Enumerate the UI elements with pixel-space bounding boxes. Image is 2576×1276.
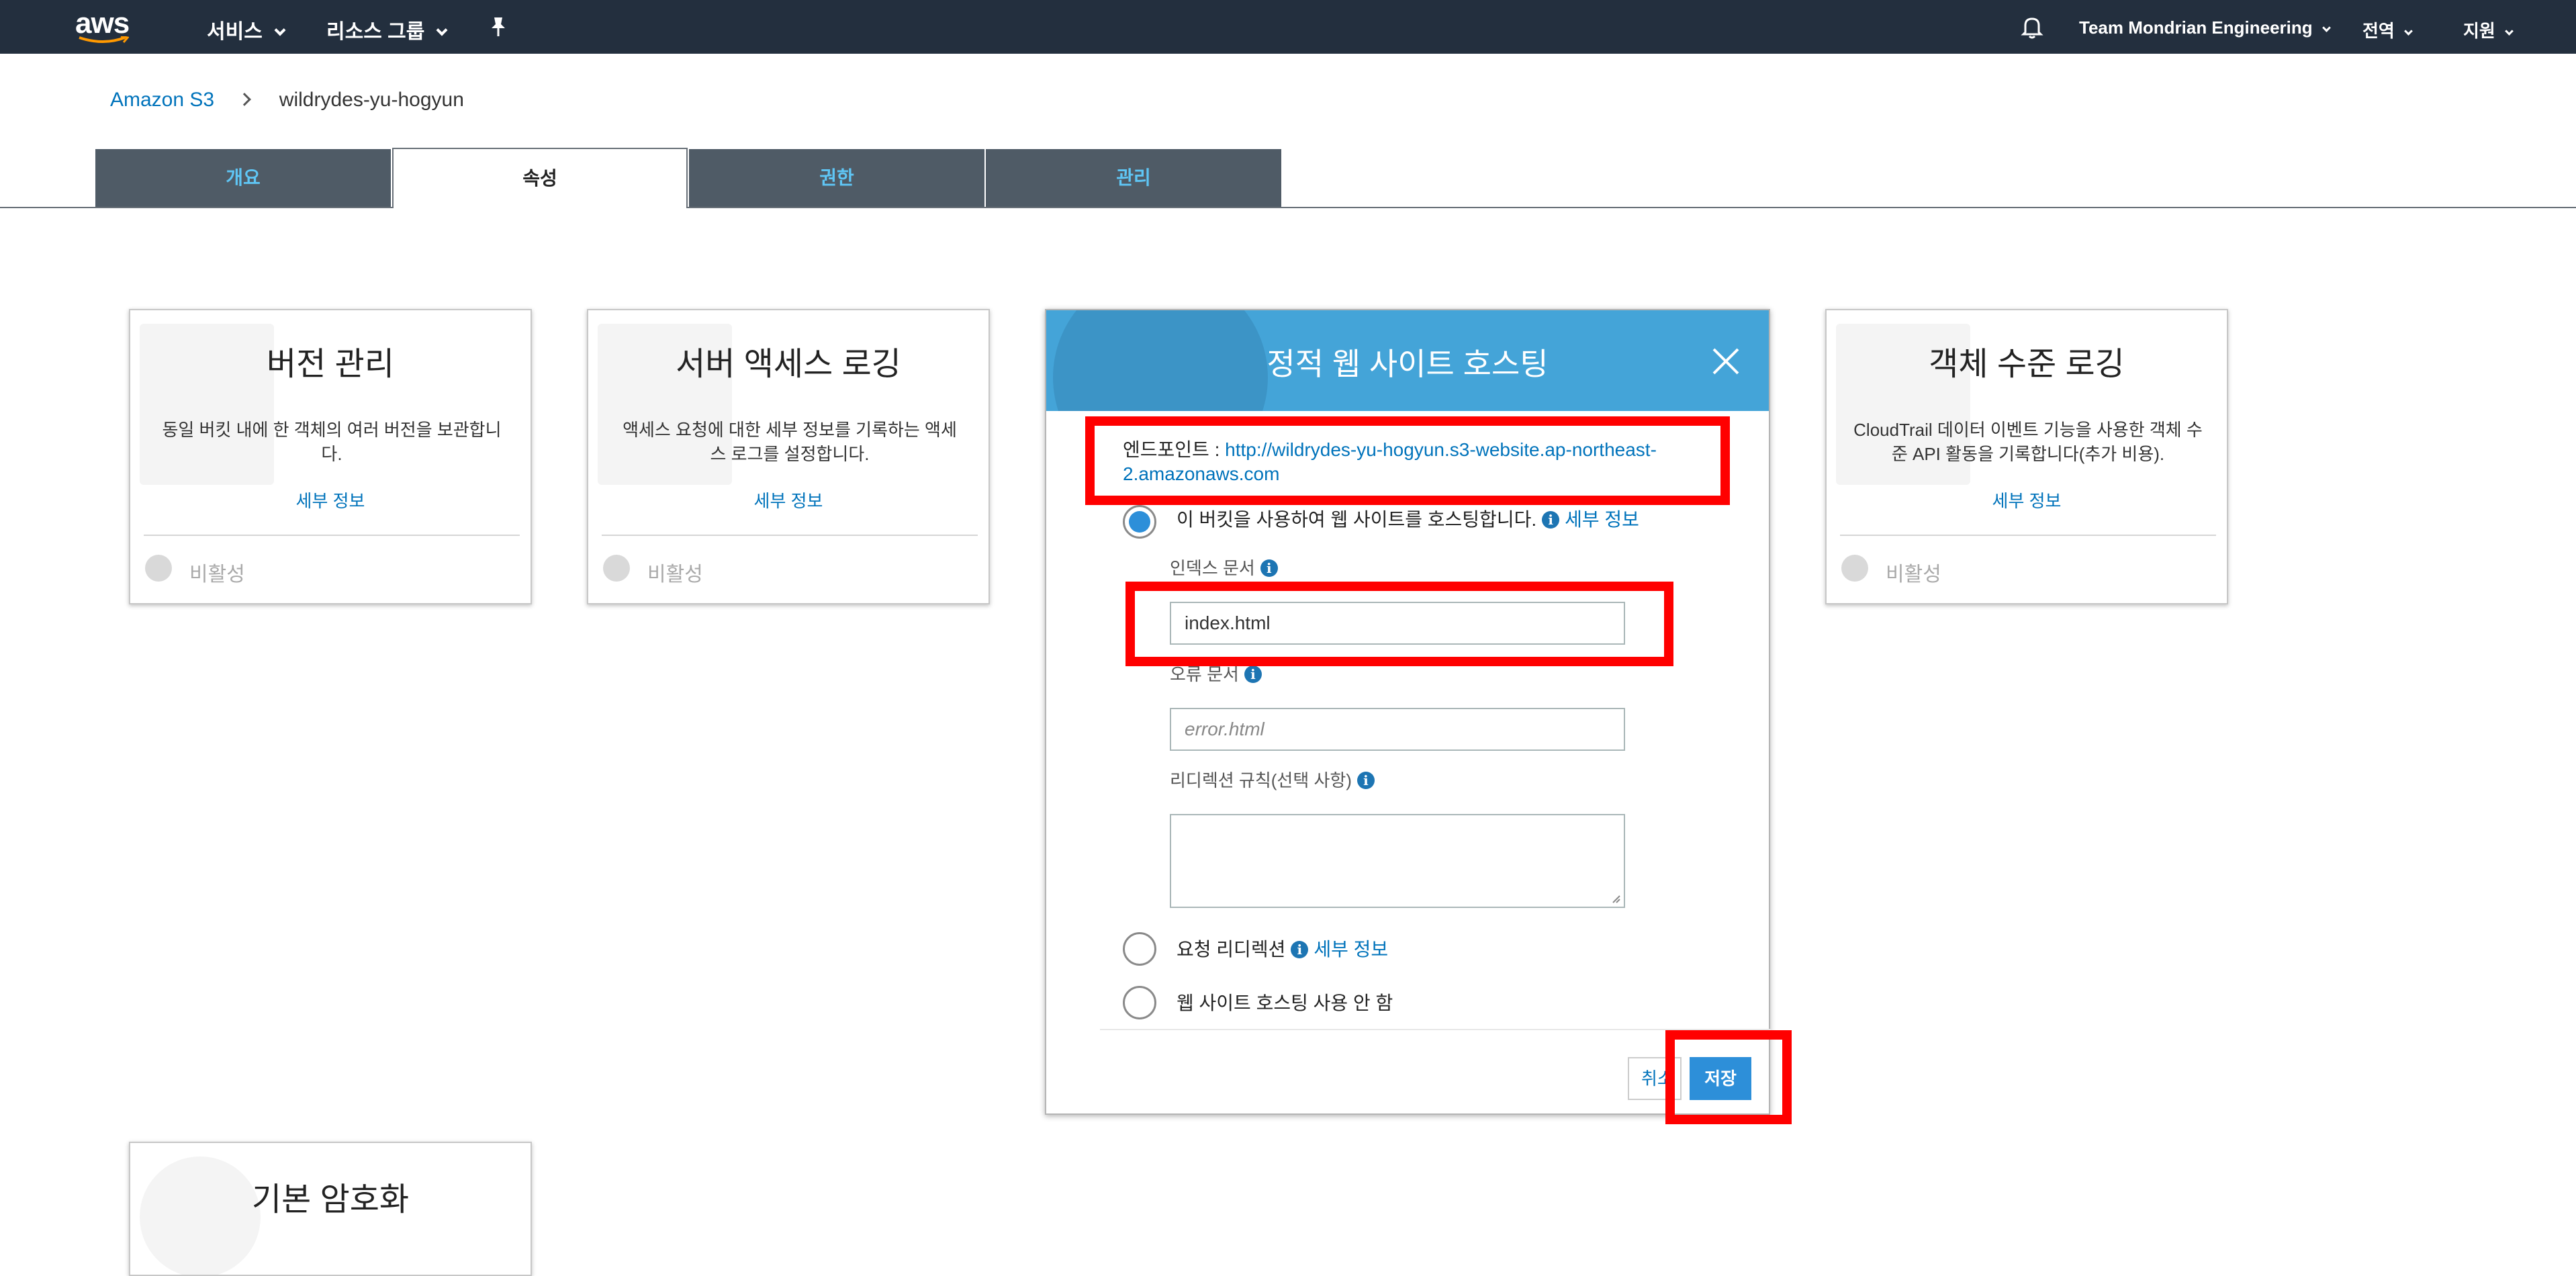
card-description: 액세스 요청에 대한 세부 정보를 기록하는 액세스 로그를 설정합니다. xyxy=(623,420,957,464)
redirect-rules-label: 리디렉션 규칙(선택 사항) xyxy=(1170,770,1352,790)
services-menu[interactable]: 서비스 xyxy=(207,15,286,44)
tab-management[interactable]: 관리 xyxy=(986,149,1281,207)
status-indicator-icon xyxy=(1841,555,1868,582)
card-status: 비활성 xyxy=(1886,563,1941,586)
resource-groups-label: 리소스 그룹 xyxy=(326,21,425,43)
redirect-requests-option: 요청 리디렉션 i 세부 정보 xyxy=(1177,935,1388,962)
card-title: 서버 액세스 로깅 xyxy=(676,347,901,382)
info-icon[interactable]: i xyxy=(1291,941,1309,958)
region-menu-label: 전역 xyxy=(2362,21,2395,41)
card-title: 버전 관리 xyxy=(267,347,394,382)
card-description: 동일 버킷 내에 한 객체의 여러 버전을 보관합니다. xyxy=(162,420,502,464)
card-divider xyxy=(602,535,978,536)
card-description: CloudTrail 데이터 이벤트 기능을 사용한 객체 수준 API 활동을… xyxy=(1853,420,2203,464)
bell-icon[interactable] xyxy=(2019,13,2045,40)
card-status: 비활성 xyxy=(189,563,245,586)
redirect-rules-label-wrap: 리디렉션 규칙(선택 사항) i xyxy=(1170,767,1380,792)
tab-properties[interactable]: 속성 xyxy=(392,148,688,208)
account-menu-label: Team Mondrian Engineering xyxy=(2079,17,2313,38)
card-divider xyxy=(1840,535,2216,536)
redirect-requests-radio[interactable] xyxy=(1123,932,1156,966)
pin-icon[interactable] xyxy=(486,15,510,39)
chevron-right-icon xyxy=(238,93,252,106)
default-encryption-card[interactable]: 기본 암호화 xyxy=(129,1142,532,1276)
tab-overview[interactable]: 개요 xyxy=(95,149,391,207)
chevron-down-icon xyxy=(2504,27,2514,36)
versioning-card[interactable]: 버전 관리 동일 버킷 내에 한 객체의 여러 버전을 보관합니다. 세부 정보… xyxy=(129,309,532,604)
card-details-link[interactable]: 세부 정보 xyxy=(588,488,988,512)
dialog-title: 정적 웹 사이트 호스팅 xyxy=(1267,347,1549,381)
support-menu-label: 지원 xyxy=(2463,21,2495,41)
breadcrumb: Amazon S3 wildrydes-yu-hogyun xyxy=(110,89,464,111)
host-website-option: 이 버킷을 사용하여 웹 사이트를 호스팅합니다. i 세부 정보 xyxy=(1177,505,1639,532)
chevron-down-icon xyxy=(2321,24,2331,32)
resize-grip-icon[interactable] xyxy=(1610,893,1621,904)
redirect-requests-label: 요청 리디렉션 xyxy=(1177,939,1286,960)
tab-bar-underline xyxy=(0,207,2576,208)
info-icon[interactable]: i xyxy=(1244,666,1262,683)
breadcrumb-current: wildrydes-yu-hogyun xyxy=(279,89,464,111)
save-button-highlight-box xyxy=(1665,1030,1792,1124)
region-menu[interactable]: 전역 xyxy=(2362,17,2413,42)
index-document-label: 인덱스 문서 xyxy=(1170,558,1255,578)
server-access-logging-card[interactable]: 서버 액세스 로깅 액세스 요청에 대한 세부 정보를 기록하는 액세스 로그를… xyxy=(587,309,990,604)
aws-logo[interactable]: aws xyxy=(75,7,142,47)
index-document-label-wrap: 인덱스 문서 i xyxy=(1170,555,1283,580)
error-document-input[interactable]: error.html xyxy=(1170,708,1625,751)
card-status: 비활성 xyxy=(647,563,703,586)
host-website-details-link[interactable]: 세부 정보 xyxy=(1565,509,1639,530)
info-icon[interactable]: i xyxy=(1260,559,1278,577)
error-document-label: 오류 문서 xyxy=(1170,664,1239,684)
status-indicator-icon xyxy=(603,555,630,582)
card-divider xyxy=(144,535,520,536)
card-details-link[interactable]: 세부 정보 xyxy=(130,488,531,512)
info-icon[interactable]: i xyxy=(1356,772,1375,789)
chevron-down-icon xyxy=(436,24,448,36)
breadcrumb-root-link[interactable]: Amazon S3 xyxy=(110,89,214,111)
close-icon[interactable] xyxy=(1710,345,1742,377)
card-title: 기본 암호화 xyxy=(251,1182,410,1218)
aws-logo-text: aws xyxy=(75,7,130,40)
card-details-link[interactable]: 세부 정보 xyxy=(1827,488,2227,512)
disable-hosting-label: 웹 사이트 호스팅 사용 안 함 xyxy=(1177,993,1393,1013)
aws-smile-icon xyxy=(79,36,129,43)
redirect-rules-textarea[interactable] xyxy=(1170,814,1625,908)
services-menu-label: 서비스 xyxy=(207,21,263,43)
support-menu[interactable]: 지원 xyxy=(2463,17,2514,42)
chevron-down-icon xyxy=(2403,27,2413,36)
account-menu[interactable]: Team Mondrian Engineering xyxy=(2079,17,2331,38)
status-indicator-icon xyxy=(145,555,172,582)
card-title: 객체 수준 로깅 xyxy=(1929,347,2125,382)
dialog-header: 정적 웹 사이트 호스팅 xyxy=(1046,310,1769,411)
info-icon[interactable]: i xyxy=(1542,511,1560,529)
index-document-highlight-box xyxy=(1125,582,1673,666)
object-level-logging-card[interactable]: 객체 수준 로깅 CloudTrail 데이터 이벤트 기능을 사용한 객체 수… xyxy=(1825,309,2228,604)
resource-groups-menu[interactable]: 리소스 그룹 xyxy=(326,15,448,44)
host-website-radio[interactable] xyxy=(1123,505,1156,539)
top-navigation-bar: aws 서비스 리소스 그룹 Team Mondrian Engineering… xyxy=(0,0,2576,54)
chevron-down-icon xyxy=(274,24,286,36)
endpoint-highlight-box xyxy=(1085,416,1730,505)
redirect-details-link[interactable]: 세부 정보 xyxy=(1314,939,1388,960)
tab-permissions[interactable]: 권한 xyxy=(689,149,984,207)
host-website-label: 이 버킷을 사용하여 웹 사이트를 호스팅합니다. xyxy=(1177,509,1537,530)
disable-hosting-radio[interactable] xyxy=(1123,986,1156,1019)
